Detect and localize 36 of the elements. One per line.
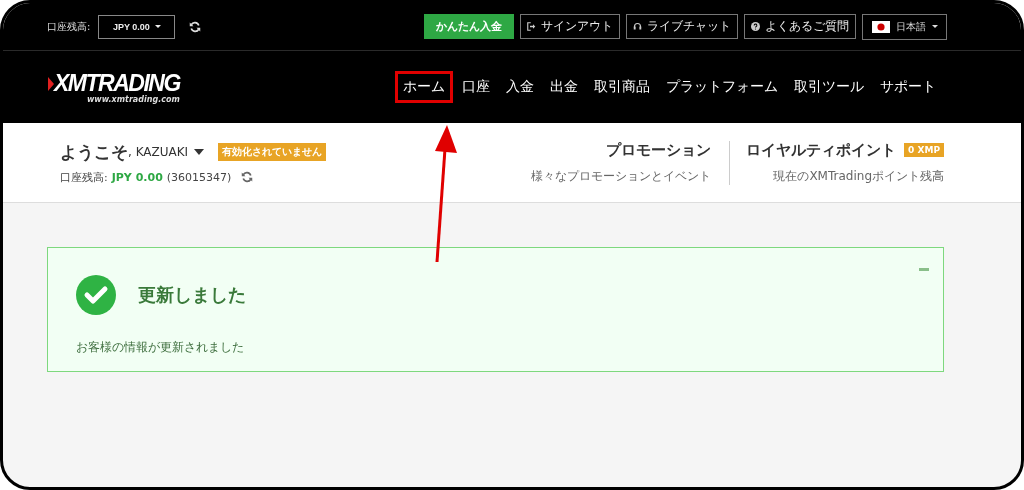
- refresh-icon[interactable]: [189, 20, 202, 33]
- question-icon: [751, 21, 760, 31]
- alert-message: お客様の情報が更新されました: [76, 339, 245, 356]
- nav-item[interactable]: ホーム: [395, 71, 453, 103]
- nav-item[interactable]: サポート: [873, 71, 943, 103]
- status-badge: 有効化されていません: [218, 143, 327, 161]
- promotion-subtitle: 様々なプロモーションとイベント: [531, 167, 712, 185]
- balance-label: 口座残高:: [60, 169, 108, 185]
- nav-item[interactable]: 取引ツール: [787, 71, 871, 103]
- nav-item[interactable]: プラットフォーム: [659, 71, 785, 103]
- currency-dropdown[interactable]: JPY 0.00: [98, 14, 176, 39]
- nav-item[interactable]: 入金: [499, 71, 541, 103]
- check-circle-icon: [76, 275, 116, 315]
- signout-button[interactable]: サインアウト: [520, 13, 620, 39]
- logo-mark-icon: [48, 76, 54, 91]
- sign-out-icon: [527, 21, 536, 31]
- nav-item[interactable]: 口座: [455, 71, 497, 103]
- balance-label: 口座残高:: [47, 19, 91, 34]
- loyalty-link[interactable]: ロイヤルティポイント: [746, 140, 897, 160]
- user-name[interactable]: , KAZUAKI: [128, 145, 189, 159]
- account-number: (36015347): [166, 170, 232, 184]
- alert-title: 更新しました: [138, 283, 246, 307]
- caret-icon[interactable]: [194, 149, 205, 155]
- headset-icon: [633, 21, 642, 31]
- nav-item[interactable]: 出金: [543, 71, 585, 103]
- chat-button[interactable]: ライブチャット: [626, 13, 738, 39]
- promotion-link[interactable]: プロモーション: [606, 140, 712, 160]
- points-badge: 0 XMP: [904, 143, 944, 157]
- flag-icon: [871, 20, 890, 33]
- language-dropdown[interactable]: 日本語: [862, 13, 947, 40]
- welcome-greeting: ようこそ: [60, 140, 128, 164]
- logo-url: www.xmtrading.com: [86, 95, 180, 104]
- balance-value: JPY 0.00: [111, 170, 163, 184]
- faq-button[interactable]: よくあるご質問: [744, 13, 856, 39]
- nav-item[interactable]: 取引商品: [587, 71, 657, 103]
- loyalty-subtitle: 現在のXMTradingポイント残高: [773, 167, 944, 185]
